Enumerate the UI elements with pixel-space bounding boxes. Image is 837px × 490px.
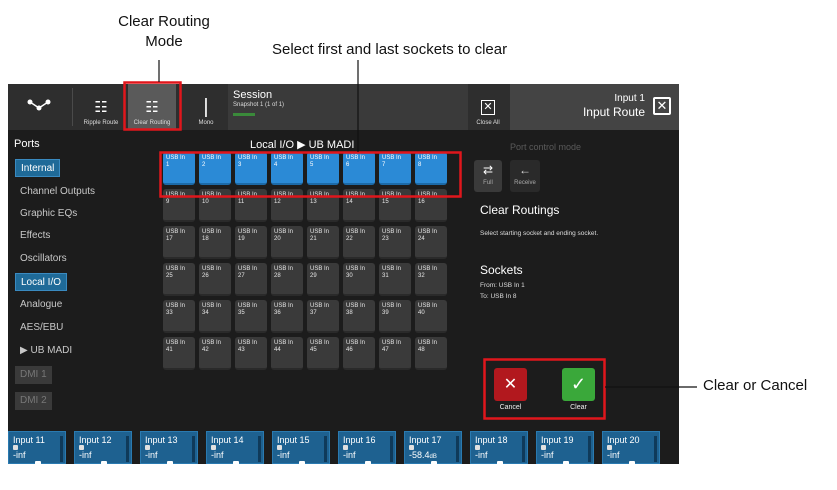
clear-cancel-highlight [483,358,606,420]
clear-routing-highlight [123,81,182,131]
annotation-overlay [123,60,697,420]
sockets-highlight [159,151,462,198]
